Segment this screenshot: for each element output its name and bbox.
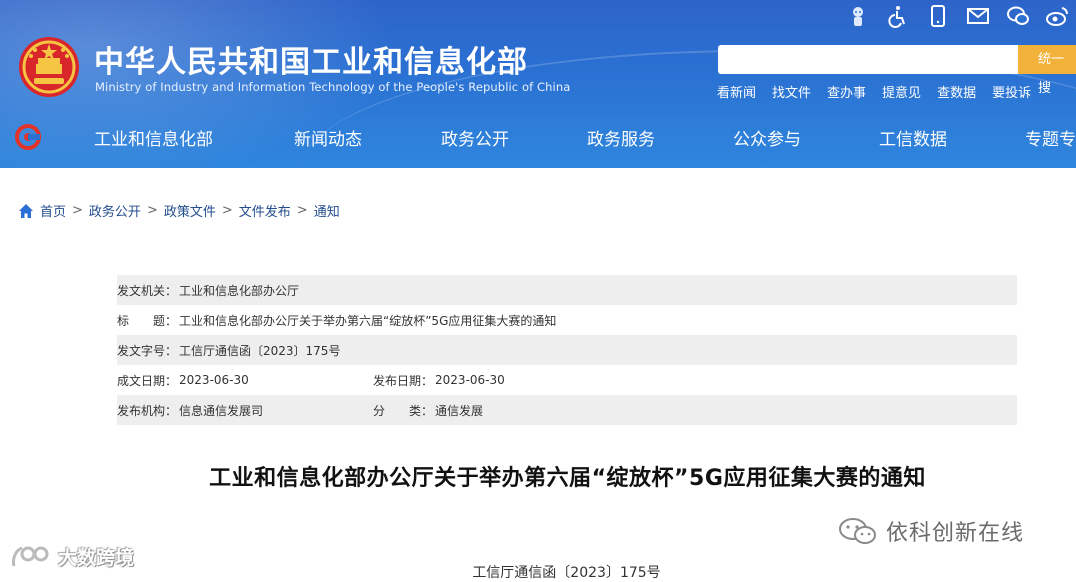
watermark-right: 依科创新在线 <box>838 515 1024 547</box>
quick-link-news[interactable]: 看新闻 <box>717 82 756 101</box>
site-title: 中华人民共和国工业和信息化部 <box>94 45 528 80</box>
breadcrumb-separator: > <box>296 203 308 218</box>
info-row-dates: 成文日期： 2023-06-30 发布日期： 2023-06-30 <box>117 365 1017 395</box>
published-date-value: 2023-06-30 <box>435 373 505 387</box>
breadcrumb-file-release[interactable]: 文件发布 <box>239 201 291 220</box>
created-date-label: 成文日期： <box>117 373 178 388</box>
national-emblem-icon[interactable] <box>18 36 80 98</box>
accessibility-icon[interactable] <box>886 4 910 28</box>
category-label: 分 类： <box>373 403 434 418</box>
info-row-number: 发文字号： 工信厅通信函〔2023〕175号 <box>117 335 1017 365</box>
watermark-right-text: 依科创新在线 <box>886 521 1025 546</box>
title-label: 标 题： <box>117 313 178 328</box>
document-title: 工业和信息化部办公厅关于举办第六届“绽放杯”5G应用征集大赛的通知 <box>209 466 926 491</box>
quick-link-services[interactable]: 查办事 <box>827 82 866 101</box>
doc-number-label: 发文字号： <box>117 343 178 358</box>
mobile-icon[interactable] <box>926 4 950 28</box>
site-header: 中华人民共和国工业和信息化部 Ministry of Industry and … <box>0 0 1076 168</box>
nav-item-gov-affairs[interactable]: 政务公开 <box>441 125 509 150</box>
org-label: 发布机构： <box>117 403 178 418</box>
published-date-label: 发布日期： <box>373 373 434 388</box>
info-row-issuer: 发文机关： 工业和信息化部办公厅 <box>117 275 1017 305</box>
quick-link-feedback[interactable]: 提意见 <box>882 82 921 101</box>
nav-item-topics[interactable]: 专题专 <box>1025 125 1076 150</box>
nav-item-public-participation[interactable]: 公众参与 <box>733 125 801 150</box>
main-nav: 工业和信息化部 新闻动态 政务公开 政务服务 公众参与 工信数据 专题专 <box>0 118 1076 156</box>
mascot-icon[interactable] <box>846 4 870 28</box>
breadcrumb: 首页 > 政务公开 > 政策文件 > 文件发布 > 通知 <box>18 201 340 220</box>
quick-link-data[interactable]: 查数据 <box>937 82 976 101</box>
issuer-value: 工业和信息化部办公厅 <box>179 283 300 298</box>
title-value: 工业和信息化部办公厅关于举办第六届“绽放杯”5G应用征集大赛的通知 <box>179 313 557 328</box>
search-input[interactable] <box>718 45 1018 74</box>
nav-item-news[interactable]: 新闻动态 <box>294 125 362 150</box>
top-icon-bar: R <box>846 4 1076 28</box>
breadcrumb-separator: > <box>146 203 158 218</box>
breadcrumb-separator: > <box>72 203 83 218</box>
watermark-left-text: 大数跨境 <box>58 547 135 569</box>
document-info-table: 发文机关： 工业和信息化部办公厅 标 题： 工业和信息化部办公厅关于举办第六届“… <box>117 275 1017 425</box>
breadcrumb-notice[interactable]: 通知 <box>314 201 340 220</box>
quick-links: 看新闻 找文件 查办事 提意见 查数据 要投诉 <box>717 82 1031 101</box>
watermark-logo-icon <box>12 546 49 566</box>
watermark-left: 大数跨境 <box>10 543 134 570</box>
created-date-value: 2023-06-30 <box>179 373 249 387</box>
site-title-english: Ministry of Industry and Information Tec… <box>95 80 571 94</box>
breadcrumb-policy-files[interactable]: 政策文件 <box>164 201 216 220</box>
home-icon[interactable] <box>18 203 34 219</box>
weibo-icon[interactable] <box>1046 4 1070 28</box>
category-value: 通信发展 <box>435 403 484 418</box>
nav-item-ministry[interactable]: 工业和信息化部 <box>94 125 213 150</box>
document-number: 工信厅通信函〔2023〕175号 <box>472 565 661 581</box>
mail-icon[interactable] <box>966 4 990 28</box>
info-row-org: 发布机构： 信息通信发展司 分 类： 通信发展 <box>117 395 1017 425</box>
doc-number-value: 工信厅通信函〔2023〕175号 <box>179 343 341 358</box>
org-value: 信息通信发展司 <box>179 403 264 418</box>
unified-search-button[interactable]: 统一搜 <box>1018 45 1076 96</box>
quick-link-files[interactable]: 找文件 <box>772 82 811 101</box>
nav-item-data[interactable]: 工信数据 <box>879 125 947 150</box>
breadcrumb-home[interactable]: 首页 <box>40 201 66 220</box>
info-row-title: 标 题： 工业和信息化部办公厅关于举办第六届“绽放杯”5G应用征集大赛的通知 <box>117 305 1017 335</box>
wechat-icon[interactable] <box>1006 4 1030 28</box>
quick-link-complaint[interactable]: 要投诉 <box>992 82 1031 101</box>
issuer-label: 发文机关： <box>117 283 178 298</box>
ministry-logo-icon[interactable] <box>15 124 41 150</box>
breadcrumb-separator: > <box>221 203 233 218</box>
wechat-watermark-icon <box>839 518 876 544</box>
breadcrumb-gov-affairs[interactable]: 政务公开 <box>89 201 141 220</box>
nav-item-gov-services[interactable]: 政务服务 <box>587 125 655 150</box>
